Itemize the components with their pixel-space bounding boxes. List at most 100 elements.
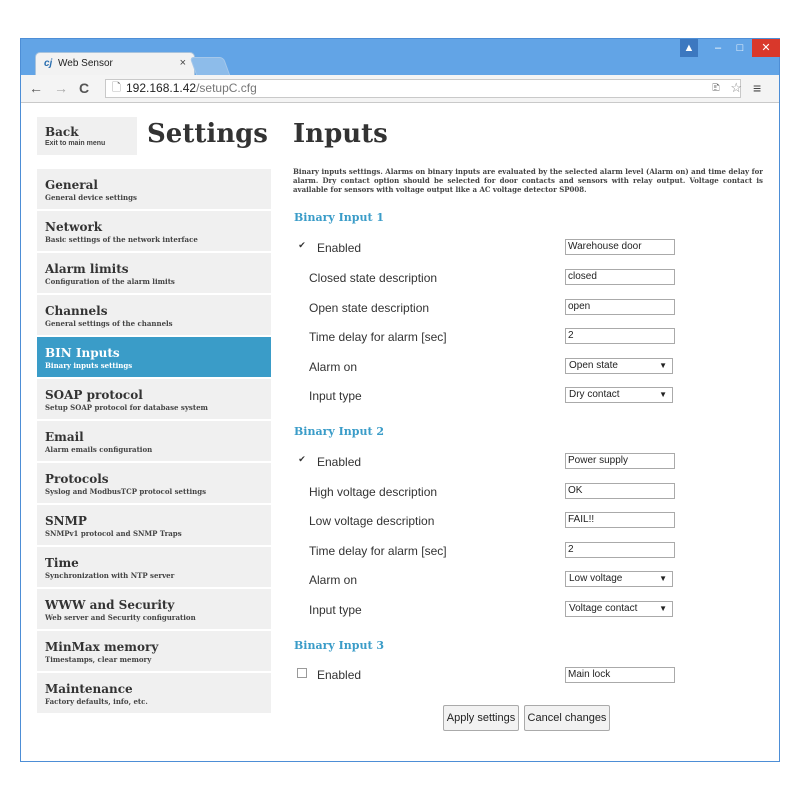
dropdown-arrow-icon: ▼ bbox=[659, 361, 667, 370]
sidebar-item-time[interactable]: Time Synchronization with NTP server bbox=[37, 547, 271, 587]
high-voltage-description-input[interactable]: OK bbox=[565, 483, 675, 499]
sidebar-item-sublabel: Configuration of the alarm limits bbox=[45, 277, 175, 286]
open-state-description-input[interactable]: open bbox=[565, 299, 675, 315]
sidebar-item-sublabel: Setup SOAP protocol for database system bbox=[45, 403, 208, 412]
maximize-button[interactable]: □ bbox=[729, 39, 751, 57]
sidebar-item-label: General bbox=[45, 178, 98, 192]
sidebar-item-email[interactable]: Email Alarm emails configuration bbox=[37, 421, 271, 461]
sidebar-item-label: MinMax memory bbox=[45, 640, 159, 654]
sidebar-item-label: SOAP protocol bbox=[45, 388, 143, 402]
user-icon[interactable]: ▲ bbox=[680, 39, 698, 57]
closed-state-description-input[interactable]: closed bbox=[565, 269, 675, 285]
page-icon: 🗋 bbox=[112, 82, 121, 94]
sidebar-item-minmax-memory[interactable]: MinMax memory Timestamps, clear memory bbox=[37, 631, 271, 671]
sidebar-item-label: Alarm limits bbox=[45, 262, 129, 276]
browser-window: cj Web Sensor × ▲ – □ ✕ ← → C 🗋 192.168.… bbox=[20, 38, 780, 762]
page-content: Back Exit to main menu Settings General … bbox=[21, 103, 779, 761]
sidebar-item-sublabel: Web server and Security configuration bbox=[45, 613, 196, 622]
field-label: Open state description bbox=[309, 301, 430, 315]
settings-title: Settings bbox=[147, 119, 268, 149]
enabled-checkbox-3[interactable] bbox=[297, 668, 307, 678]
sidebar-item-label: Protocols bbox=[45, 472, 109, 486]
select-value: Dry contact bbox=[569, 389, 620, 400]
browser-menu-icon[interactable]: ≡ bbox=[753, 80, 761, 96]
input-type-select-2[interactable]: Voltage contact ▼ bbox=[565, 601, 673, 617]
sidebar-item-sublabel: General device settings bbox=[45, 193, 137, 202]
field-label: Time delay for alarm [sec] bbox=[309, 330, 447, 344]
forward-arrow-icon[interactable]: → bbox=[54, 80, 68, 96]
apply-settings-button[interactable]: Apply settings bbox=[443, 705, 519, 731]
favicon-icon: cj bbox=[44, 58, 53, 69]
translate-icon[interactable]: 🗈 bbox=[712, 80, 720, 97]
sidebar-item-alarm-limits[interactable]: Alarm limits Configuration of the alarm … bbox=[37, 253, 271, 293]
page-title: Inputs bbox=[293, 119, 388, 149]
url-path: /setupC.cfg bbox=[196, 81, 257, 95]
dropdown-arrow-icon: ▼ bbox=[659, 574, 667, 583]
input-name-field-3[interactable]: Main lock bbox=[565, 667, 675, 683]
input-name-field-2[interactable]: Power supply bbox=[565, 453, 675, 469]
back-sublabel: Exit to main menu bbox=[45, 140, 106, 147]
enabled-checkbox-2[interactable]: ✔ bbox=[297, 455, 307, 465]
sidebar-item-maintenance[interactable]: Maintenance Factory defaults, info, etc. bbox=[37, 673, 271, 713]
sidebar-item-soap-protocol[interactable]: SOAP protocol Setup SOAP protocol for da… bbox=[37, 379, 271, 419]
sidebar-item-label: Network bbox=[45, 220, 103, 234]
sidebar-item-sublabel: Timestamps, clear memory bbox=[45, 655, 152, 664]
browser-toolbar: ← → C 🗋 192.168.1.42/setupC.cfg 🗈 ☆ ≡ bbox=[21, 75, 779, 103]
field-label: Input type bbox=[309, 389, 362, 403]
new-tab-button[interactable] bbox=[189, 57, 231, 76]
tab-title: Web Sensor bbox=[58, 58, 113, 69]
tab-close-icon[interactable]: × bbox=[180, 57, 186, 69]
input-type-select-1[interactable]: Dry contact ▼ bbox=[565, 387, 673, 403]
field-label: Low voltage description bbox=[309, 514, 435, 528]
sidebar-item-label: BIN Inputs bbox=[45, 346, 120, 360]
sidebar-item-general[interactable]: General General device settings bbox=[37, 169, 271, 209]
cancel-changes-button[interactable]: Cancel changes bbox=[524, 705, 610, 731]
field-label: Closed state description bbox=[309, 271, 438, 285]
sidebar-item-sublabel: General settings of the channels bbox=[45, 319, 173, 328]
close-window-button[interactable]: ✕ bbox=[752, 39, 780, 57]
browser-tab[interactable]: cj Web Sensor × bbox=[35, 52, 195, 75]
low-voltage-description-input[interactable]: FAIL!! bbox=[565, 512, 675, 528]
sidebar-item-label: Channels bbox=[45, 304, 108, 318]
page-description: Binary inputs settings. Alarms on binary… bbox=[293, 167, 763, 194]
field-label: Alarm on bbox=[309, 360, 358, 374]
alarm-on-select-2[interactable]: Low voltage ▼ bbox=[565, 571, 673, 587]
sidebar-item-sublabel: Syslog and ModbusTCP protocol settings bbox=[45, 487, 207, 496]
sidebar-item-network[interactable]: Network Basic settings of the network in… bbox=[37, 211, 271, 251]
sidebar-item-snmp[interactable]: SNMP SNMPv1 protocol and SNMP Traps bbox=[37, 505, 271, 545]
minimize-button[interactable]: – bbox=[707, 39, 729, 57]
sidebar-item-label: Email bbox=[45, 430, 84, 444]
back-arrow-icon[interactable]: ← bbox=[29, 80, 43, 96]
sidebar-item-channels[interactable]: Channels General settings of the channel… bbox=[37, 295, 271, 335]
address-bar[interactable]: 🗋 192.168.1.42/setupC.cfg 🗈 ☆ bbox=[105, 79, 742, 98]
sidebar-item-bin-inputs[interactable]: BIN Inputs Binary inputs settings bbox=[37, 337, 271, 377]
field-label: Time delay for alarm [sec] bbox=[309, 544, 447, 558]
sidebar-item-protocols[interactable]: Protocols Syslog and ModbusTCP protocol … bbox=[37, 463, 271, 503]
field-label: Input type bbox=[309, 603, 362, 617]
bookmark-star-icon[interactable]: ☆ bbox=[730, 79, 742, 96]
section-title-binary-input-1: Binary Input 1 bbox=[294, 211, 385, 224]
enabled-checkbox-1[interactable]: ✔ bbox=[297, 241, 307, 251]
main-panel: Inputs Binary inputs settings. Alarms on… bbox=[293, 103, 768, 753]
field-label: High voltage description bbox=[309, 485, 438, 499]
alarm-on-select-1[interactable]: Open state ▼ bbox=[565, 358, 673, 374]
back-label: Back bbox=[45, 125, 79, 139]
sidebar-item-label: Time bbox=[45, 556, 79, 570]
field-label: Alarm on bbox=[309, 573, 358, 587]
input-name-field-1[interactable]: Warehouse door bbox=[565, 239, 675, 255]
time-delay-input-1[interactable]: 2 bbox=[565, 328, 675, 344]
enabled-label: Enabled bbox=[317, 241, 362, 255]
dropdown-arrow-icon: ▼ bbox=[659, 604, 667, 613]
sidebar-item-sublabel: Factory defaults, info, etc. bbox=[45, 697, 148, 706]
back-button[interactable]: Back Exit to main menu bbox=[37, 117, 137, 155]
sidebar-item-label: WWW and Security bbox=[45, 598, 175, 612]
reload-icon[interactable]: C bbox=[79, 80, 89, 96]
enabled-label: Enabled bbox=[317, 455, 362, 469]
sidebar-item-www-security[interactable]: WWW and Security Web server and Security… bbox=[37, 589, 271, 629]
select-value: Open state bbox=[569, 360, 618, 371]
time-delay-input-2[interactable]: 2 bbox=[565, 542, 675, 558]
sidebar-item-label: SNMP bbox=[45, 514, 87, 528]
section-title-binary-input-2: Binary Input 2 bbox=[294, 425, 385, 438]
sidebar-item-sublabel: SNMPv1 protocol and SNMP Traps bbox=[45, 529, 182, 538]
url-text: 192.168.1.42/setupC.cfg bbox=[126, 80, 257, 97]
